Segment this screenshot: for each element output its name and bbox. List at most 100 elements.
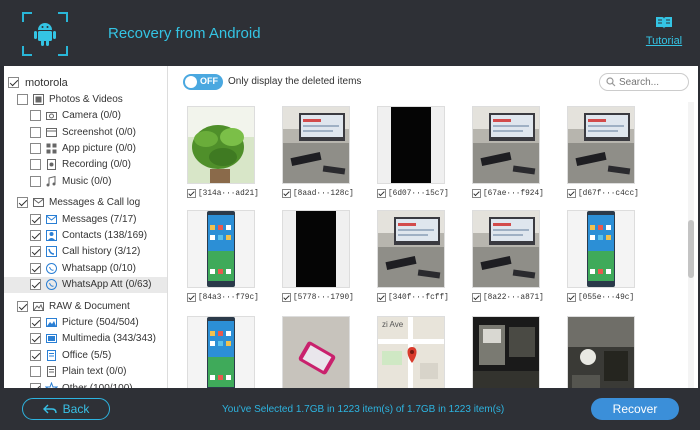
recover-button[interactable]: Recover [591, 398, 679, 420]
group-checkbox[interactable] [17, 197, 28, 209]
item-checkbox[interactable] [30, 159, 41, 171]
item-checkbox[interactable] [30, 246, 41, 258]
item-checkbox[interactable] [30, 110, 41, 122]
sidebar-item-multimedia[interactable]: Multimedia (343/343) [4, 331, 167, 347]
sidebar-item-call-history[interactable]: Call history (3/12) [4, 244, 167, 260]
item-label: Office (5/5) [62, 349, 112, 361]
sidebar-item-whatsapp-att[interactable]: WhatsApp Att (0/63) [4, 276, 167, 293]
photo-tile[interactable]: [67ae···f924] [472, 106, 544, 200]
item-checkbox[interactable] [30, 126, 41, 138]
tile-checkbox[interactable] [282, 293, 291, 302]
tile-filename: [67ae···f924] [483, 189, 544, 198]
photo-thumbnail[interactable] [187, 106, 255, 184]
tile-caption: [314a···ad21] [187, 187, 259, 200]
tile-checkbox[interactable] [187, 189, 196, 198]
tile-checkbox[interactable] [472, 293, 481, 302]
photo-thumbnail[interactable] [282, 316, 350, 388]
sidebar-item-picture[interactable]: Picture (504/504) [4, 314, 167, 330]
tile-checkbox[interactable] [377, 293, 386, 302]
photo-tile[interactable]: [d67f···c4cc] [567, 106, 639, 200]
item-label: Messages (7/17) [62, 213, 137, 225]
sidebar-group-raw-document[interactable]: RAW & Document [4, 298, 167, 314]
music-icon [45, 175, 58, 188]
tile-checkbox[interactable] [282, 189, 291, 198]
sidebar-item-office[interactable]: Office (5/5) [4, 347, 167, 363]
search-input[interactable] [619, 75, 685, 89]
photo-thumbnail[interactable] [472, 210, 540, 288]
photo-thumbnail[interactable] [377, 106, 445, 184]
deleted-only-toggle[interactable]: OFF [183, 74, 223, 90]
item-label: Screenshot (0/0) [62, 126, 136, 138]
item-checkbox[interactable] [30, 143, 41, 155]
photo-tile[interactable] [567, 316, 635, 388]
photo-thumbnail[interactable] [187, 210, 255, 288]
item-checkbox[interactable] [30, 175, 41, 187]
item-checkbox[interactable] [30, 213, 41, 225]
tile-caption: [84a3···f79c] [187, 291, 259, 304]
photo-tile[interactable] [187, 316, 255, 388]
photo-tile[interactable]: [055e···49c] [567, 210, 635, 304]
photo-thumbnail[interactable] [187, 316, 255, 388]
sidebar-item-plain-text[interactable]: Plain text (0/0) [4, 364, 167, 380]
scrollbar-thumb[interactable] [688, 220, 694, 278]
tile-checkbox[interactable] [377, 189, 386, 198]
category-tree: Photos & Videos Camera (0/0) Screenshot (0… [4, 91, 167, 396]
photo-tile[interactable]: zi Ave [377, 316, 445, 388]
item-checkbox[interactable] [30, 366, 41, 378]
tile-checkbox[interactable] [187, 293, 196, 302]
photo-tile[interactable]: [8aad···128c] [282, 106, 354, 200]
sidebar-item-recording[interactable]: Recording (0/0) [4, 157, 167, 173]
sidebar-item-music[interactable]: Music (0/0) [4, 173, 167, 189]
item-checkbox[interactable] [30, 316, 41, 328]
photo-tile[interactable] [282, 316, 350, 388]
sidebar-group-messages-call-log[interactable]: Messages & Call log [4, 195, 167, 211]
photo-tile[interactable]: [8a22···a871] [472, 210, 544, 304]
sidebar-item-messages[interactable]: Messages (7/17) [4, 211, 167, 227]
group-label: RAW & Document [49, 300, 130, 312]
sidebar-item-contacts[interactable]: Contacts (138/169) [4, 228, 167, 244]
scrollbar[interactable] [688, 102, 694, 388]
back-button[interactable]: Back [22, 398, 110, 420]
photo-thumbnail[interactable] [567, 210, 635, 288]
device-row[interactable]: motorola [4, 74, 167, 91]
photo-thumbnail[interactable] [282, 106, 350, 184]
device-checkbox[interactable] [8, 77, 19, 88]
item-label: Recording (0/0) [62, 159, 131, 171]
photo-thumbnail[interactable] [567, 316, 635, 388]
sidebar-item-app-picture[interactable]: App picture (0/0) [4, 141, 167, 157]
photo-tile[interactable]: [5778···1790] [282, 210, 354, 304]
photo-thumbnail[interactable] [282, 210, 350, 288]
item-checkbox[interactable] [30, 262, 41, 274]
search-box[interactable] [599, 73, 689, 91]
tutorial-link[interactable]: Tutorial [644, 16, 684, 47]
item-checkbox[interactable] [30, 333, 41, 345]
sidebar-item-screenshot[interactable]: Screenshot (0/0) [4, 124, 167, 140]
tile-checkbox[interactable] [472, 189, 481, 198]
photo-tile[interactable] [472, 316, 540, 388]
item-checkbox[interactable] [30, 279, 41, 291]
sidebar-group-photos-videos[interactable]: Photos & Videos [4, 91, 167, 107]
photo-thumbnail[interactable] [377, 210, 445, 288]
app-header: Recovery from Android Tutorial [0, 0, 700, 66]
item-checkbox[interactable] [30, 230, 41, 242]
group-checkbox[interactable] [17, 93, 28, 105]
item-checkbox[interactable] [30, 349, 41, 361]
photo-thumbnail[interactable] [472, 106, 540, 184]
multimedia-icon [45, 332, 58, 345]
tile-checkbox[interactable] [567, 293, 576, 302]
item-label: Plain text (0/0) [62, 366, 127, 378]
toggle-knob [185, 76, 197, 88]
photo-thumbnail[interactable]: zi Ave [377, 316, 445, 388]
sidebar-item-camera[interactable]: Camera (0/0) [4, 108, 167, 124]
item-label: Camera (0/0) [62, 110, 121, 122]
item-label: App picture (0/0) [62, 143, 136, 155]
photo-tile[interactable]: [340f···fcff] [377, 210, 449, 304]
tile-checkbox[interactable] [567, 189, 576, 198]
sidebar-item-whatsapp[interactable]: Whatsapp (0/10) [4, 260, 167, 276]
photo-tile[interactable]: [314a···ad21] [187, 106, 259, 200]
photo-thumbnail[interactable] [567, 106, 635, 184]
photo-thumbnail[interactable] [472, 316, 540, 388]
photo-tile[interactable]: [6d07···15c7] [377, 106, 449, 200]
group-checkbox[interactable] [17, 300, 28, 312]
photo-tile[interactable]: [84a3···f79c] [187, 210, 259, 304]
